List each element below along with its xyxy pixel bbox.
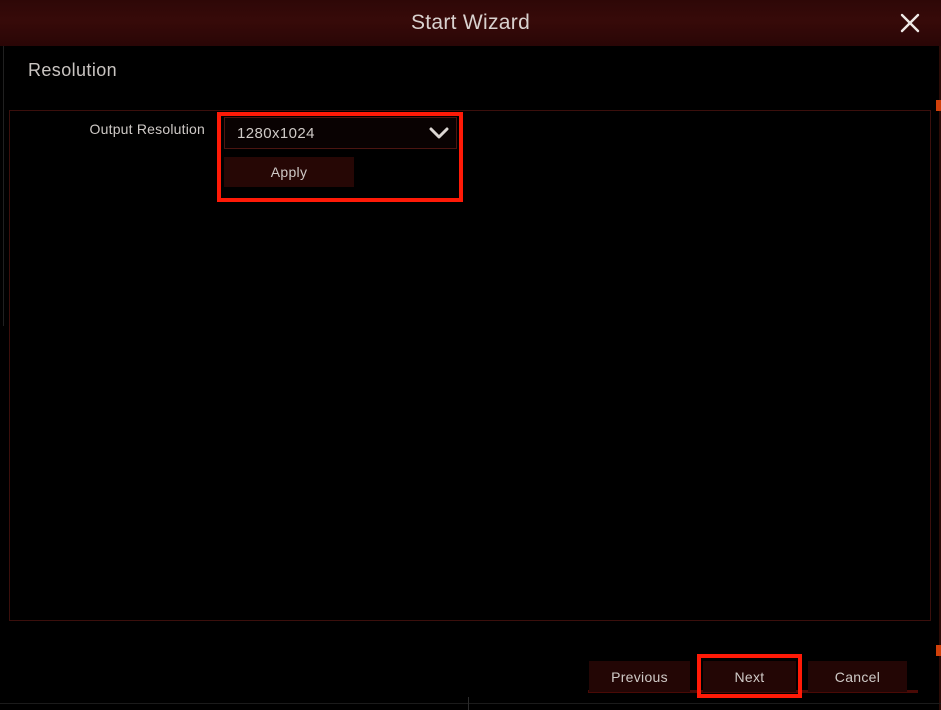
background-marker-top <box>936 100 941 111</box>
content-panel <box>9 110 931 621</box>
apply-button[interactable]: Apply <box>224 157 354 187</box>
background-bottom-tick <box>468 697 469 710</box>
output-resolution-value: 1280x1024 <box>237 124 315 142</box>
section-title: Resolution <box>28 60 118 80</box>
next-button[interactable]: Next <box>703 661 796 692</box>
output-resolution-select[interactable]: 1280x1024 <box>224 117 457 149</box>
previous-button[interactable]: Previous <box>589 661 690 692</box>
chevron-down-icon <box>422 126 456 140</box>
background-bottom-divider <box>0 703 941 704</box>
start-wizard-dialog: Start Wizard Resolution Output Resolutio… <box>0 0 941 710</box>
close-button[interactable] <box>893 6 927 40</box>
cancel-button[interactable]: Cancel <box>808 661 907 692</box>
dialog-titlebar: Start Wizard <box>0 0 941 46</box>
close-x-icon <box>900 13 920 33</box>
output-resolution-label: Output Resolution <box>89 121 205 137</box>
background-marker-bottom <box>936 645 941 656</box>
background-window-left-edge <box>3 46 4 326</box>
dialog-title: Start Wizard <box>410 11 531 34</box>
